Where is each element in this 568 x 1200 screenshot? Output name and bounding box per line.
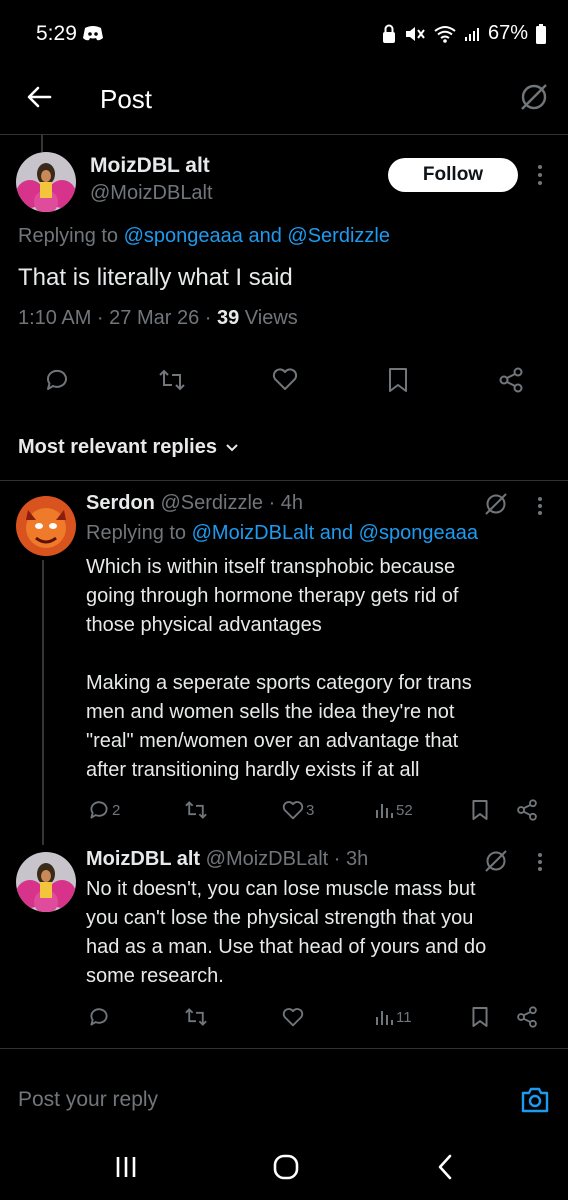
reply-text-line: some research. <box>86 965 224 987</box>
replies-sort-label: Most relevant replies <box>18 436 217 458</box>
share-icon[interactable] <box>498 367 524 393</box>
reply-like-button[interactable]: 3 <box>282 800 314 820</box>
reply-text-line: had as a man. Use that head of yours and… <box>86 936 487 958</box>
repost-icon[interactable] <box>184 1006 208 1028</box>
page-title: Post <box>100 84 153 114</box>
reply-text-line: those physical advantages <box>86 614 322 636</box>
status-right: 67% <box>382 22 546 45</box>
post-meta: 1:10 AM · 27 Mar 26 · 39 Views <box>18 307 298 330</box>
back-arrow-icon[interactable] <box>26 84 52 110</box>
camera-icon[interactable] <box>520 1086 550 1114</box>
post-text: That is literally what I said <box>18 264 293 291</box>
composer-divider <box>0 1048 568 1049</box>
replying-prefix: Replying to <box>18 225 119 247</box>
header-divider <box>0 134 568 135</box>
repost-icon[interactable] <box>158 367 186 393</box>
avatar[interactable] <box>16 152 76 212</box>
replying-to: Replying to @spongeaaa and @Serdizzle <box>18 225 390 248</box>
wifi-icon <box>434 25 456 43</box>
avatar[interactable] <box>16 852 76 912</box>
follow-button[interactable]: Follow <box>388 158 518 192</box>
more-options-icon[interactable] <box>536 496 544 516</box>
bookmark-icon[interactable] <box>471 799 489 821</box>
reply-author-handle[interactable]: @MoizDBLalt · 3h <box>206 848 369 870</box>
reply-views-button[interactable]: 11 <box>374 1007 412 1027</box>
reply-text-line: going through hormone therapy gets rid o… <box>86 585 459 607</box>
avatar[interactable] <box>16 496 76 556</box>
views-count: 52 <box>396 801 413 819</box>
like-count: 3 <box>306 801 315 819</box>
reply-input[interactable]: Post your reply <box>18 1088 158 1112</box>
signal-icon <box>464 26 480 42</box>
reply-text-line: "real" men/women over an advantage that <box>86 730 459 752</box>
discord-notification-icon <box>82 24 104 42</box>
bookmark-icon[interactable] <box>387 367 409 393</box>
author-handle[interactable]: @MoizDBLalt <box>90 182 213 205</box>
reply-author-name[interactable]: MoizDBL alt <box>86 848 200 870</box>
reply-header: Serdon @Serdizzle · 4h <box>86 492 303 515</box>
section-divider <box>0 480 568 481</box>
grok-icon[interactable] <box>484 492 508 516</box>
lock-icon <box>382 24 396 44</box>
battery-percent: 67% <box>487 22 528 44</box>
home-icon[interactable] <box>273 1154 299 1180</box>
bookmark-icon[interactable] <box>471 1006 489 1028</box>
reply-text: No it doesn't, you can lose muscle mass … <box>86 875 546 991</box>
like-icon[interactable] <box>282 1007 304 1027</box>
views-count: 39 <box>216 307 240 329</box>
replies-sort-dropdown[interactable]: Most relevant replies <box>18 436 239 459</box>
reply-icon[interactable] <box>44 367 70 393</box>
reply-text: Which is within itself transphobic becau… <box>86 553 546 785</box>
views-count: 11 <box>396 1008 412 1026</box>
recent-apps-icon[interactable] <box>115 1155 137 1179</box>
reply-icon[interactable] <box>88 1006 110 1028</box>
like-icon[interactable] <box>272 367 298 391</box>
replying-to-link[interactable]: @MoizDBLalt and @spongeaaa <box>192 522 478 544</box>
reply-text-line: men and women sells the idea they're not <box>86 701 455 723</box>
reply-author-handle[interactable]: @Serdizzle · 4h <box>160 492 303 514</box>
reply-views-button[interactable]: 52 <box>374 800 413 820</box>
replying-prefix: Replying to <box>86 522 187 544</box>
like-icon <box>282 800 304 820</box>
mute-icon <box>404 25 426 43</box>
post-timestamp[interactable]: 1:10 AM · 27 Mar 26 · <box>18 307 211 329</box>
more-options-icon[interactable] <box>536 164 544 186</box>
reply-reply-button[interactable]: 2 <box>88 799 120 821</box>
back-icon[interactable] <box>436 1154 454 1180</box>
status-time: 5:29 <box>36 22 77 45</box>
reply-text-line: after transitioning hardly exists if at … <box>86 759 420 781</box>
repost-icon[interactable] <box>184 799 208 821</box>
reply-text-line: No it doesn't, you can lose muscle mass … <box>86 878 476 900</box>
replying-to-link[interactable]: @spongeaaa and @Serdizzle <box>124 225 390 247</box>
share-icon[interactable] <box>516 799 538 821</box>
more-options-icon[interactable] <box>536 852 544 872</box>
reply-text-line: Which is within itself transphobic becau… <box>86 556 456 578</box>
reply-icon <box>88 799 110 821</box>
reply-text-line: Making a seperate sports category for tr… <box>86 672 472 694</box>
views-icon <box>374 800 394 820</box>
views-label: Views <box>244 307 298 329</box>
views-icon <box>374 1007 394 1027</box>
thread-line <box>42 560 44 845</box>
thread-connector <box>41 134 43 152</box>
reply-text-line: you can't lose the physical strength tha… <box>86 907 474 929</box>
reply-author-name[interactable]: Serdon <box>86 492 155 514</box>
reply-header: MoizDBL alt @MoizDBLalt · 3h <box>86 848 368 871</box>
author-name[interactable]: MoizDBL alt <box>90 154 210 178</box>
share-icon[interactable] <box>516 1006 538 1028</box>
reply-replying-to: Replying to @MoizDBLalt and @spongeaaa <box>86 522 478 545</box>
chevron-down-icon <box>225 443 239 453</box>
reply-count: 2 <box>112 801 121 819</box>
grok-icon[interactable] <box>519 82 549 112</box>
grok-icon[interactable] <box>484 849 508 873</box>
battery-icon <box>536 23 546 44</box>
